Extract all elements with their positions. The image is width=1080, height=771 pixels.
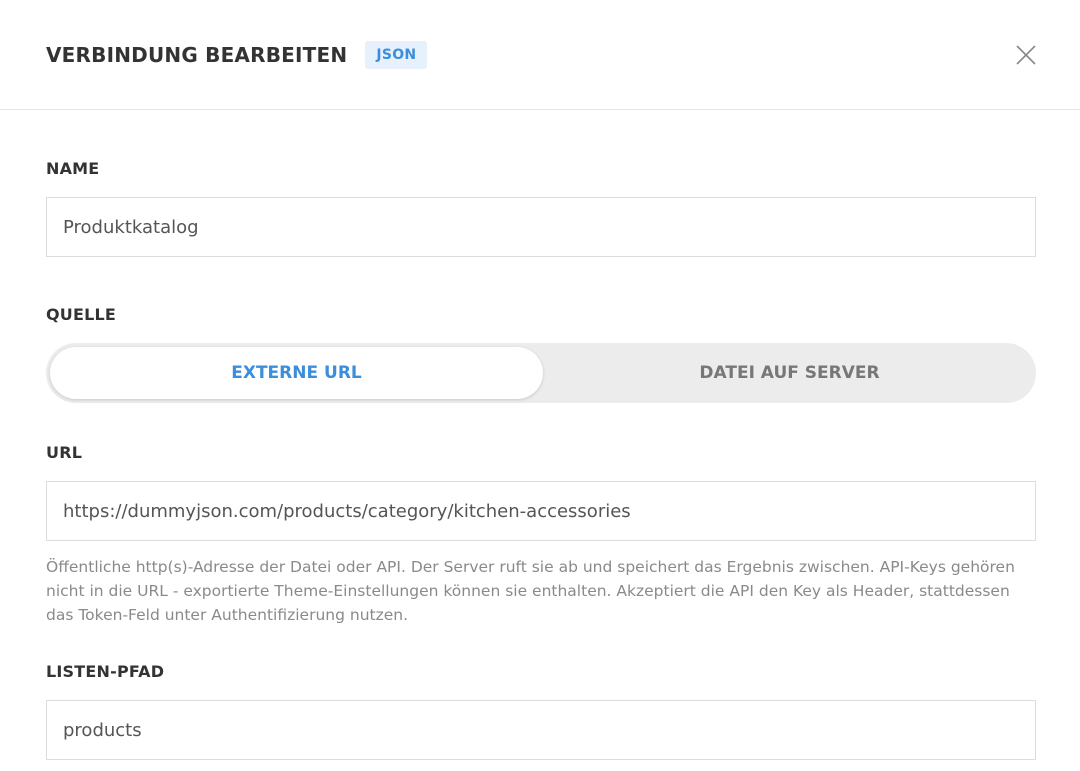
source-option-server-file[interactable]: DATEI AUF SERVER: [543, 347, 1036, 399]
url-help-text: Öffentliche http(s)-Adresse der Datei od…: [46, 558, 1015, 624]
source-toggle: EXTERNE URL DATEI AUF SERVER: [46, 343, 1036, 403]
list-path-label: LISTEN-PFAD: [46, 662, 165, 681]
dialog-header: VERBINDUNG BEARBEITEN JSON: [0, 0, 1080, 110]
name-input[interactable]: [46, 197, 1036, 257]
edit-connection-dialog: VERBINDUNG BEARBEITEN JSON NAME QUELLE E…: [0, 0, 1080, 771]
name-label: NAME: [46, 159, 100, 178]
url-input[interactable]: [46, 481, 1036, 541]
type-badge: JSON: [365, 40, 428, 69]
source-option-external-url[interactable]: EXTERNE URL: [50, 347, 543, 399]
list-path-input[interactable]: [46, 700, 1036, 760]
close-icon: [1016, 44, 1036, 65]
close-button[interactable]: [1014, 43, 1038, 67]
dialog-body: NAME QUELLE EXTERNE URL DATEI AUF SERVER…: [0, 159, 1080, 760]
url-label: URL: [46, 443, 83, 462]
source-label: QUELLE: [46, 305, 117, 324]
dialog-title: VERBINDUNG BEARBEITEN: [46, 42, 348, 67]
